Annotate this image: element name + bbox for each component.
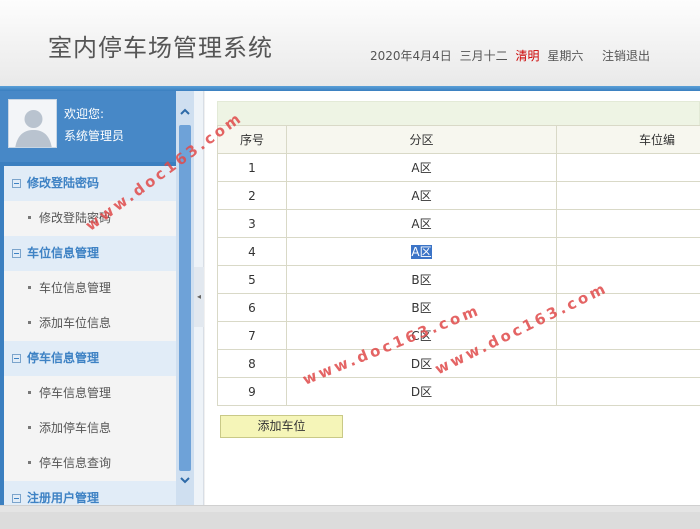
column-header-index: 序号 xyxy=(217,125,287,154)
cell-index: 9 xyxy=(217,377,287,406)
main-content: 序号 分区 车位编 1A区001 2A区002 3A区003 4A区004 5B… xyxy=(205,91,700,505)
scrollbar-thumb[interactable] xyxy=(179,125,191,471)
table-row[interactable]: 9D区009 xyxy=(217,377,700,406)
chevron-down-icon[interactable] xyxy=(178,473,192,489)
menu-item-label: 停车信息查询 xyxy=(39,456,112,470)
menu-group-parking-management[interactable]: 停车信息管理 xyxy=(4,341,176,376)
table-row[interactable]: 1A区001 xyxy=(217,153,700,182)
table-row[interactable]: 6B区006 xyxy=(217,293,700,322)
bullet-icon xyxy=(28,391,31,394)
bullet-icon xyxy=(28,461,31,464)
cell-zone: D区 xyxy=(286,349,557,378)
table-row-selected[interactable]: 4 A区 004 xyxy=(217,237,700,266)
cell-space-number: 001 xyxy=(556,153,700,182)
minus-icon xyxy=(12,179,21,188)
menu-group-label: 注册用户管理 xyxy=(27,491,100,505)
cell-space-number: 008 xyxy=(556,349,700,378)
bullet-icon xyxy=(28,321,31,324)
bullet-icon xyxy=(28,216,31,219)
table-row[interactable]: 2A区002 xyxy=(217,181,700,210)
cell-zone: A区 xyxy=(286,181,557,210)
menu-group-user-management[interactable]: 注册用户管理 xyxy=(4,481,176,505)
chevron-up-icon[interactable] xyxy=(178,105,192,121)
cell-index: 1 xyxy=(217,153,287,182)
add-space-button[interactable]: 添加车位 xyxy=(220,415,343,438)
table-row[interactable]: 3A区003 xyxy=(217,209,700,238)
cell-index: 2 xyxy=(217,181,287,210)
sidebar-splitter: ◂ xyxy=(194,91,204,505)
cell-zone: C区 xyxy=(286,321,557,350)
user-avatar-icon xyxy=(8,99,57,148)
cell-zone: B区 xyxy=(286,265,557,294)
header: 室内停车场管理系统 2020年4月4日 三月十二 清明 星期六 注销退出 xyxy=(0,0,700,86)
bullet-icon xyxy=(28,286,31,289)
sidebar-menu: 修改登陆密码 修改登陆密码 车位信息管理 车位信息管理 添加车位信息 停车信息管… xyxy=(4,166,176,505)
solar-term-text: 清明 xyxy=(515,49,540,63)
user-panel: 欢迎您: 系统管理员 xyxy=(0,91,176,162)
footer-bar xyxy=(0,512,700,529)
menu-item-add-parking[interactable]: 添加停车信息 xyxy=(4,411,176,446)
menu-item-parking-management[interactable]: 停车信息管理 xyxy=(4,376,176,411)
table-row[interactable]: 8D区008 xyxy=(217,349,700,378)
cell-space-number: 004 xyxy=(556,237,700,266)
column-header-space-number: 车位编 xyxy=(556,125,700,154)
menu-group-label: 停车信息管理 xyxy=(27,351,100,365)
cell-index: 8 xyxy=(217,349,287,378)
cell-space-number: 002 xyxy=(556,181,700,210)
cell-index: 6 xyxy=(217,293,287,322)
cell-zone: A区 xyxy=(286,153,557,182)
cell-zone-text: A区 xyxy=(411,245,432,259)
user-role: 系统管理员 xyxy=(64,129,125,143)
cell-index: 4 xyxy=(217,237,287,266)
cell-index: 7 xyxy=(217,321,287,350)
menu-item-add-space[interactable]: 添加车位信息 xyxy=(4,306,176,341)
app-title: 室内停车场管理系统 xyxy=(48,34,273,62)
welcome-text: 欢迎您: 系统管理员 xyxy=(64,103,124,147)
cell-zone: B区 xyxy=(286,293,557,322)
table-header-row: 序号 分区 车位编 xyxy=(217,125,700,154)
menu-item-label: 修改登陆密码 xyxy=(39,211,112,225)
date-text: 2020年4月4日 xyxy=(370,49,452,63)
cell-space-number: 003 xyxy=(556,209,700,238)
cell-zone: D区 xyxy=(286,377,557,406)
cell-space-number: 006 xyxy=(556,293,700,322)
sidebar: 欢迎您: 系统管理员 修改登陆密码 修改登陆密码 车位信息管理 车位信息管理 添… xyxy=(0,91,194,505)
bullet-icon xyxy=(28,426,31,429)
date-display: 2020年4月4日 三月十二 清明 星期六 xyxy=(370,47,587,64)
menu-group-label: 修改登陆密码 xyxy=(27,176,100,190)
cell-space-number: 007 xyxy=(556,321,700,350)
menu-group-change-password[interactable]: 修改登陆密码 xyxy=(4,166,176,201)
menu-item-space-management[interactable]: 车位信息管理 xyxy=(4,271,176,306)
cell-zone: A区 xyxy=(286,209,557,238)
menu-item-query-parking[interactable]: 停车信息查询 xyxy=(4,446,176,481)
sidebar-scrollbar[interactable] xyxy=(176,91,194,505)
weekday-text: 星期六 xyxy=(547,49,584,63)
minus-icon xyxy=(12,354,21,363)
cell-index: 5 xyxy=(217,265,287,294)
column-header-zone: 分区 xyxy=(286,125,557,154)
welcome-label: 欢迎您: xyxy=(64,107,105,121)
menu-item-change-password[interactable]: 修改登陆密码 xyxy=(4,201,176,236)
menu-item-label: 添加停车信息 xyxy=(39,421,112,435)
cell-space-number: 005 xyxy=(556,265,700,294)
parking-space-table: 序号 分区 车位编 1A区001 2A区002 3A区003 4A区004 5B… xyxy=(217,125,700,406)
cell-index: 3 xyxy=(217,209,287,238)
collapse-left-icon[interactable]: ◂ xyxy=(194,267,204,327)
content-toolbar xyxy=(217,101,700,126)
table-row[interactable]: 7C区007 xyxy=(217,321,700,350)
menu-group-label: 车位信息管理 xyxy=(27,246,100,260)
cell-space-number: 009 xyxy=(556,377,700,406)
cell-zone: A区 xyxy=(286,237,557,266)
lunar-date-text: 三月十二 xyxy=(459,49,508,63)
menu-group-space-management[interactable]: 车位信息管理 xyxy=(4,236,176,271)
table-row[interactable]: 5B区005 xyxy=(217,265,700,294)
menu-item-label: 车位信息管理 xyxy=(39,281,112,295)
menu-item-label: 停车信息管理 xyxy=(39,386,112,400)
minus-icon xyxy=(12,494,21,503)
logout-link[interactable]: 注销退出 xyxy=(602,47,650,64)
menu-item-label: 添加车位信息 xyxy=(39,316,112,330)
minus-icon xyxy=(12,249,21,258)
